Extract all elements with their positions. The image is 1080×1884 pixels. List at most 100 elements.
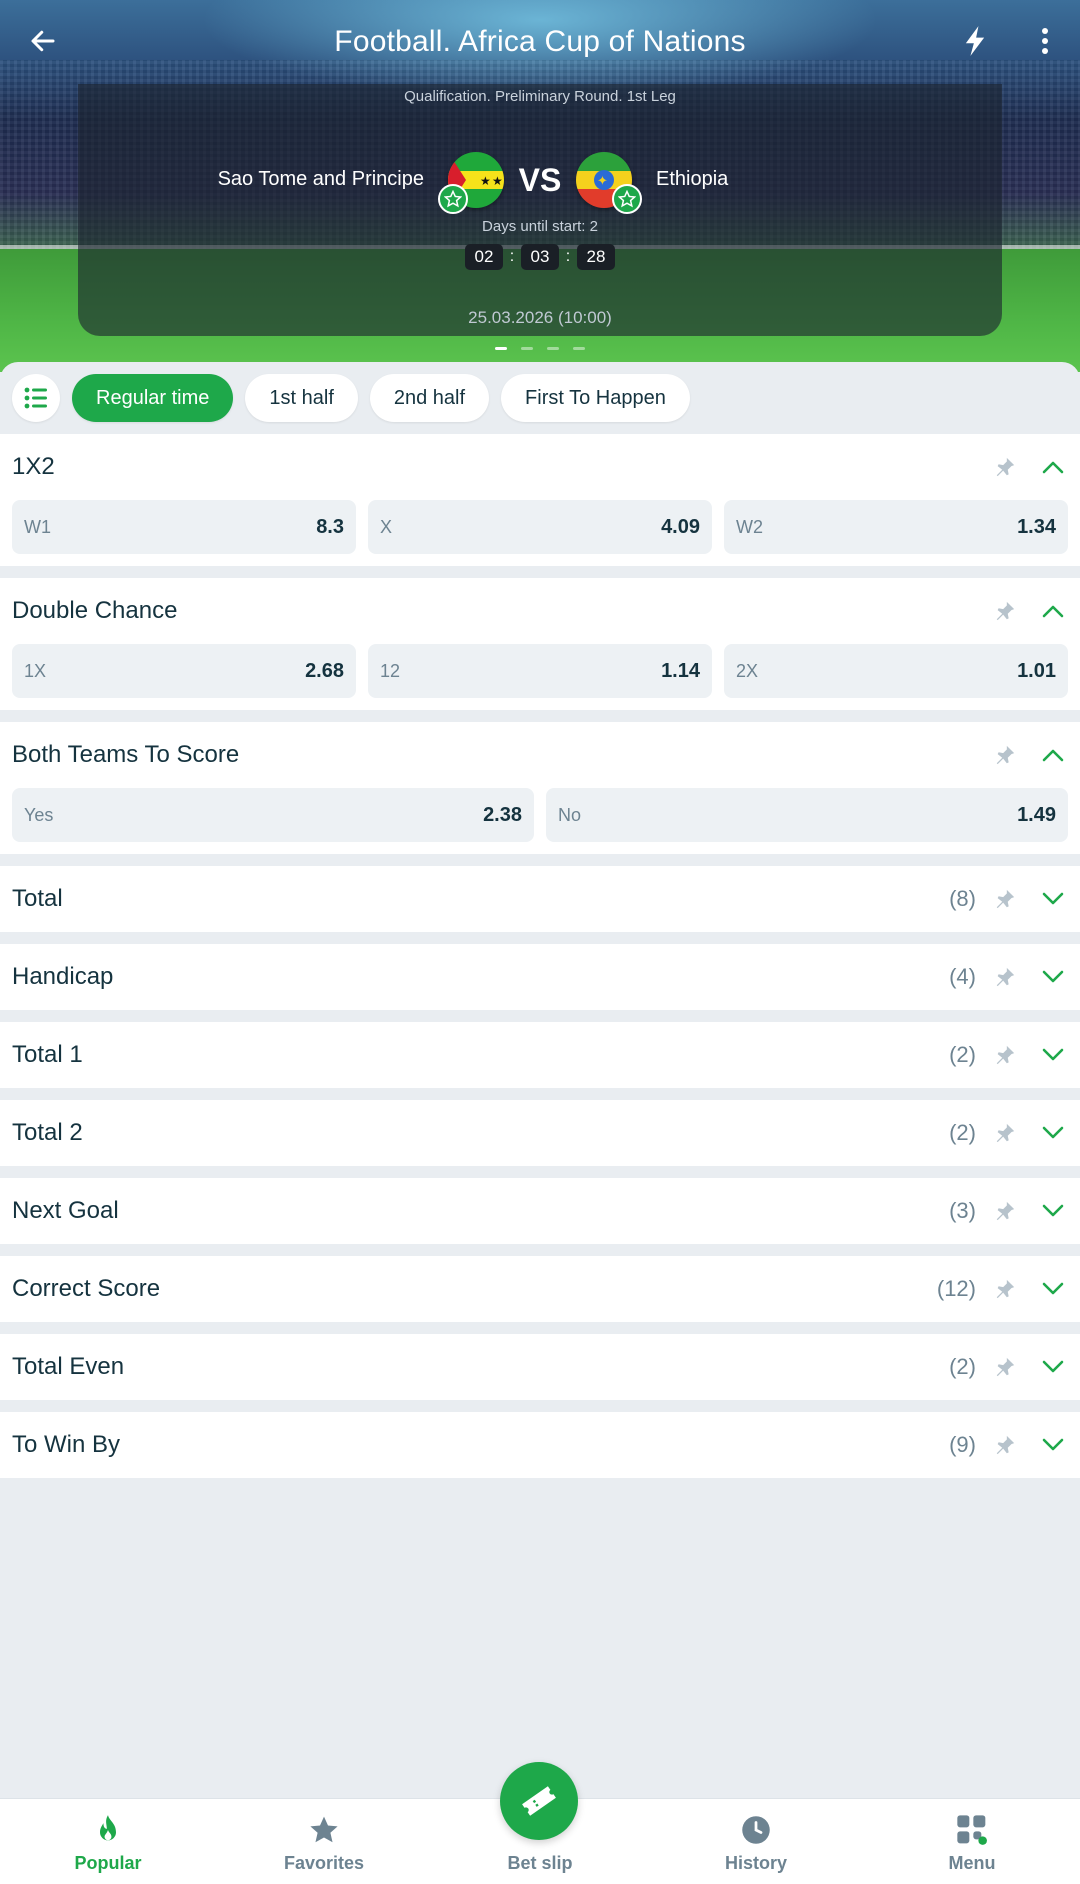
pin-market-button[interactable] [990, 452, 1020, 482]
svg-text:✦: ✦ [597, 173, 608, 188]
market-header[interactable]: Handicap (4) [0, 944, 1080, 1010]
chevron-down-icon [1042, 970, 1064, 983]
clock-icon [742, 1816, 770, 1844]
pin-market-button[interactable] [990, 1352, 1020, 1382]
market-header[interactable]: Total 2 (2) [0, 1100, 1080, 1166]
favorite-team1-button[interactable] [438, 184, 468, 214]
svg-text:★: ★ [480, 174, 491, 188]
carousel-dot[interactable] [573, 347, 585, 350]
pin-icon [996, 889, 1015, 909]
pin-market-button[interactable] [990, 1430, 1020, 1460]
expand-button[interactable] [1038, 884, 1068, 914]
nav-favorites[interactable]: Favorites [216, 1799, 432, 1884]
market-section: Next Goal (3) [0, 1178, 1080, 1244]
market-header[interactable]: Next Goal (3) [0, 1178, 1080, 1244]
odds-row: Yes 2.38 No 1.49 [0, 788, 1080, 854]
nav-history[interactable]: History [648, 1799, 864, 1884]
market-section: Total 1 (2) [0, 1022, 1080, 1088]
odds-label: W1 [24, 516, 51, 537]
tab-regular-time[interactable]: Regular time [72, 374, 234, 422]
nav-label: Popular [74, 1853, 142, 1873]
odds-button[interactable]: 1X 2.68 [12, 644, 356, 698]
market-header[interactable]: Total (8) [0, 866, 1080, 932]
collapse-button[interactable] [1038, 596, 1068, 626]
market-list-button[interactable] [12, 374, 60, 422]
market-name: To Win By [12, 1431, 121, 1458]
odds-value: 1.49 [1017, 803, 1056, 826]
expand-button[interactable] [1038, 1430, 1068, 1460]
pin-icon [996, 745, 1015, 765]
days-until-start: Days until start: 2 [482, 218, 598, 235]
more-options-button[interactable] [1022, 18, 1068, 64]
expand-button[interactable] [1038, 1196, 1068, 1226]
market-count: (2) [949, 1354, 976, 1379]
pin-market-button[interactable] [990, 1118, 1020, 1148]
carousel-dots[interactable] [0, 347, 1080, 350]
market-count: (9) [949, 1432, 976, 1457]
collapse-button[interactable] [1038, 740, 1068, 770]
nav-menu[interactable]: Menu [864, 1799, 1080, 1884]
market-section: Total (8) [0, 866, 1080, 932]
bet-slip-button[interactable] [500, 1762, 578, 1840]
market-header[interactable]: Correct Score (12) [0, 1256, 1080, 1322]
odds-label: W2 [736, 516, 763, 537]
carousel-dot[interactable] [495, 347, 507, 350]
odds-label: 1X [24, 660, 47, 681]
pin-market-button[interactable] [990, 1040, 1020, 1070]
tab-2nd-half[interactable]: 2nd half [369, 374, 490, 422]
odds-button[interactable]: No 1.49 [546, 788, 1068, 842]
odds-button[interactable]: X 4.09 [368, 500, 712, 554]
chevron-up-icon [1042, 461, 1064, 474]
market-name: Total 2 [12, 1119, 83, 1146]
expand-button[interactable] [1038, 1274, 1068, 1304]
favorite-team2-button[interactable] [612, 184, 642, 214]
market-header[interactable]: Total 1 (2) [0, 1022, 1080, 1088]
odds-value: 2.68 [305, 659, 344, 682]
carousel-dot[interactable] [547, 347, 559, 350]
expand-button[interactable] [1038, 962, 1068, 992]
svg-text:★: ★ [492, 174, 503, 188]
tab-1st-half[interactable]: 1st half [245, 374, 358, 422]
market-name: Next Goal [12, 1197, 119, 1224]
market-count: (2) [949, 1120, 976, 1145]
market-header[interactable]: 1X2 [0, 434, 1080, 500]
nav-popular[interactable]: Popular [0, 1799, 216, 1884]
team2-name: Ethiopia [656, 168, 729, 190]
pin-market-button[interactable] [990, 740, 1020, 770]
market-header[interactable]: Double Chance [0, 578, 1080, 644]
pin-market-button[interactable] [990, 1274, 1020, 1304]
market-header[interactable]: Total Even (2) [0, 1334, 1080, 1400]
odds-button[interactable]: 12 1.14 [368, 644, 712, 698]
pin-market-button[interactable] [990, 1196, 1020, 1226]
market-header[interactable]: Both Teams To Score [0, 722, 1080, 788]
top-bar: Football. Africa Cup of Nations [0, 0, 1080, 84]
tab-first-to-happen[interactable]: First To Happen [501, 374, 690, 422]
pin-market-button[interactable] [990, 596, 1020, 626]
odds-label: Yes [24, 804, 54, 825]
market-section: Handicap (4) [0, 944, 1080, 1010]
expand-button[interactable] [1038, 1040, 1068, 1070]
market-name: 1X2 [12, 453, 55, 480]
expand-button[interactable] [1038, 1352, 1068, 1382]
collapse-button[interactable] [1038, 452, 1068, 482]
odds-label: X [380, 516, 393, 537]
odds-button[interactable]: 2X 1.01 [724, 644, 1068, 698]
nav-label: History [724, 1853, 787, 1873]
pin-market-button[interactable] [990, 962, 1020, 992]
market-name: Correct Score [12, 1275, 161, 1302]
carousel-dot[interactable] [521, 347, 533, 350]
pin-icon [996, 967, 1015, 987]
round-label: Qualification. Preliminary Round. 1st Le… [404, 88, 676, 105]
market-header[interactable]: To Win By (9) [0, 1412, 1080, 1478]
market-count: (2) [949, 1042, 976, 1067]
odds-button[interactable]: Yes 2.38 [12, 788, 534, 842]
quick-bet-button[interactable] [952, 18, 998, 64]
flame-icon [100, 1815, 116, 1841]
market-count: (4) [949, 964, 976, 989]
odds-button[interactable]: W2 1.34 [724, 500, 1068, 554]
expand-button[interactable] [1038, 1118, 1068, 1148]
odds-button[interactable]: W1 8.3 [12, 500, 356, 554]
more-vertical-icon [1042, 28, 1048, 54]
back-button[interactable] [20, 18, 66, 64]
pin-market-button[interactable] [990, 884, 1020, 914]
